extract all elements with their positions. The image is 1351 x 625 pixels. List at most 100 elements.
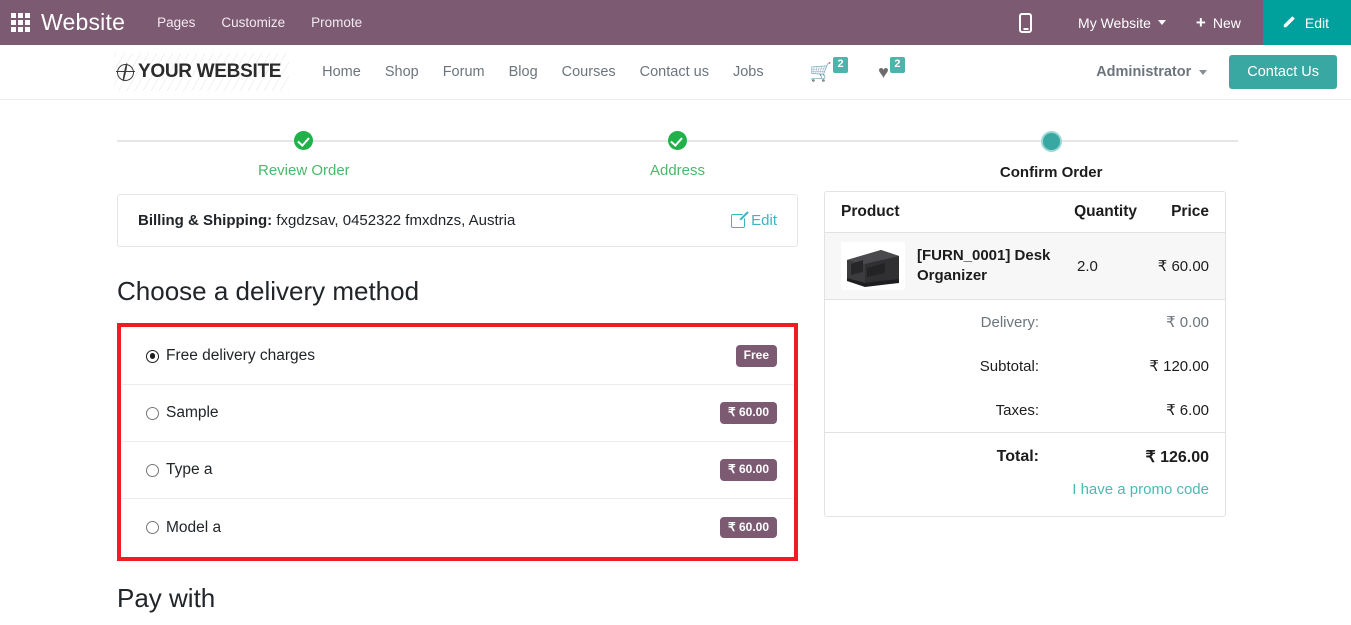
edit-address-label: Edit [751,212,777,229]
radio-button-icon[interactable] [146,349,159,363]
column-header-price: Price [1171,203,1209,220]
odoo-backend-topbar: Website Pages Customize Promote My Websi… [0,0,1351,45]
chevron-down-icon [1157,20,1166,25]
billing-shipping-value: fxgdzsav, 0452322 fmxdnzs, Austria [276,212,516,229]
delivery-option-label: Model a [166,518,222,536]
delivery-method-heading: Choose a delivery method [117,276,420,306]
user-menu-label: Administrator [1096,64,1192,80]
globe-icon [116,63,135,81]
delivery-option-label: Type a [166,461,213,478]
edit-address-link[interactable]: Edit [731,212,777,229]
billing-shipping-card: Billing & Shipping: fxgdzsav, 0452322 fm… [117,194,798,247]
shopping-cart-icon: 🛒 [809,62,833,82]
new-button[interactable]: + New [1196,14,1241,31]
wizard-step-address[interactable]: Address [491,128,865,181]
delivery-methods-highlight: Free delivery charges Free Sample ₹ 60.0… [117,323,798,561]
nav-icon-group: 🛒 2 ♥ 2 [809,57,905,82]
backend-menu-pages[interactable]: Pages [157,15,195,30]
wizard-step-review-order[interactable]: Review Order [117,128,491,181]
mobile-icon[interactable] [1019,12,1033,33]
wizard-step-label: Address [649,162,706,179]
website-navbar: YOUR WEBSITE Home Shop Forum Blog Course… [0,45,1351,100]
promo-code-link[interactable]: I have a promo code [1072,481,1209,498]
site-nav-links: Home Shop Forum Blog Courses Contact us … [322,64,763,80]
website-selector[interactable]: My Website [1078,15,1166,31]
delivery-option-model-a[interactable]: Model a ₹ 60.00 [122,499,793,556]
delivery-option-type-a[interactable]: Type a ₹ 60.00 [122,442,793,499]
order-line-quantity: 2.0 [1077,257,1098,275]
backend-menu-customize[interactable]: Customize [221,15,285,30]
nav-link-home[interactable]: Home [322,64,361,80]
site-logo[interactable]: YOUR WEBSITE [114,53,290,91]
delivery-methods-list: Free delivery charges Free Sample ₹ 60.0… [122,328,793,556]
delivery-option-label: Free delivery charges [166,347,316,364]
summary-row-label: Subtotal: [979,357,1039,375]
checkout-main-column: Billing & Shipping: fxgdzsav, 0452322 fm… [117,188,798,614]
site-logo-text: YOUR WEBSITE [138,61,282,82]
summary-row-total: Total: ₹ 126.00 [825,432,1225,479]
pay-with-heading: Pay with [117,583,216,613]
checkout-page: Review Order Address Confirm Order Billi… [0,128,1351,614]
order-summary-column: Product Quantity Price [FURN_0001] Desk … [824,188,1226,517]
summary-row-delivery: Delivery: ₹ 0.00 [825,300,1225,344]
summary-row-subtotal: Subtotal: ₹ 120.00 [825,344,1225,388]
order-line-product-name: [FURN_0001] Desk Organizer [917,246,1051,284]
billing-shipping-text: Billing & Shipping: fxgdzsav, 0452322 fm… [138,212,515,229]
check-circle-icon [668,131,687,150]
backend-topbar-right: My Website + New Edit [1019,0,1351,45]
backend-brand-title: Website [41,9,126,35]
radio-button-icon[interactable] [146,463,159,477]
order-summary-header-row: Product Quantity Price [825,192,1225,233]
order-line-price: ₹ 60.00 [1157,258,1209,275]
wizard-step-label: Confirm Order [999,164,1103,181]
wishlist-button[interactable]: ♥ 2 [878,57,905,82]
promo-code-row: I have a promo code [825,479,1225,516]
nav-link-forum[interactable]: Forum [443,64,485,80]
wizard-step-confirm-order: Confirm Order [864,128,1238,181]
summary-total-label: Total: [996,448,1039,465]
summary-row-value: ₹ 120.00 [1149,358,1209,375]
summary-row-value: ₹ 6.00 [1166,402,1209,419]
edit-page-button[interactable]: Edit [1262,0,1351,45]
summary-row-label: Delivery: [980,313,1039,331]
heart-icon: ♥ [878,62,889,82]
user-menu[interactable]: Administrator [1096,64,1208,80]
wizard-steps: Review Order Address Confirm Order [117,128,1238,181]
apps-grid-icon[interactable] [9,12,31,34]
order-line-row: [FURN_0001] Desk Organizer 2.0 ₹ 60.00 [825,233,1225,300]
delivery-option-free-delivery-charges[interactable]: Free delivery charges Free [122,328,793,385]
radio-button-icon[interactable] [146,521,159,534]
plus-icon: + [1195,13,1206,32]
cart-count-badge: 2 [833,57,849,73]
radio-button-icon[interactable] [146,406,159,420]
summary-row-label: Taxes: [995,401,1039,419]
backend-menu: Pages Customize Promote [157,15,362,30]
column-header-quantity: Quantity [1074,203,1137,220]
delivery-option-price-badge: ₹ 60.00 [720,516,777,539]
nav-link-blog[interactable]: Blog [509,64,538,80]
backend-menu-promote[interactable]: Promote [311,15,362,30]
website-selector-label: My Website [1078,14,1151,31]
nav-link-contact-us[interactable]: Contact us [640,64,709,80]
nav-link-courses[interactable]: Courses [562,64,616,80]
check-circle-icon [294,131,314,150]
wizard-step-label: Review Order [257,162,350,179]
delivery-option-price-badge: ₹ 60.00 [720,459,777,481]
delivery-option-price-badge: ₹ 60.00 [720,402,777,424]
active-step-dot-icon [1040,131,1062,152]
edit-page-label: Edit [1304,14,1329,31]
contact-us-button[interactable]: Contact Us [1229,55,1337,89]
checkout-columns: Billing & Shipping: fxgdzsav, 0452322 fm… [0,188,1351,614]
delivery-option-price-badge: Free [735,345,777,367]
summary-row-value: ₹ 0.00 [1166,314,1209,331]
delivery-option-sample[interactable]: Sample ₹ 60.00 [122,385,793,442]
checkout-wizard: Review Order Address Confirm Order [117,128,1238,188]
order-summary-table: Product Quantity Price [FURN_0001] Desk … [824,191,1226,517]
chevron-down-icon [1199,69,1208,75]
pencil-square-icon [731,213,746,228]
summary-total-value: ₹ 126.00 [1145,449,1209,466]
column-header-product: Product [841,203,900,220]
cart-button[interactable]: 🛒 2 [809,57,849,82]
nav-link-jobs[interactable]: Jobs [733,64,764,80]
nav-link-shop[interactable]: Shop [385,64,419,80]
